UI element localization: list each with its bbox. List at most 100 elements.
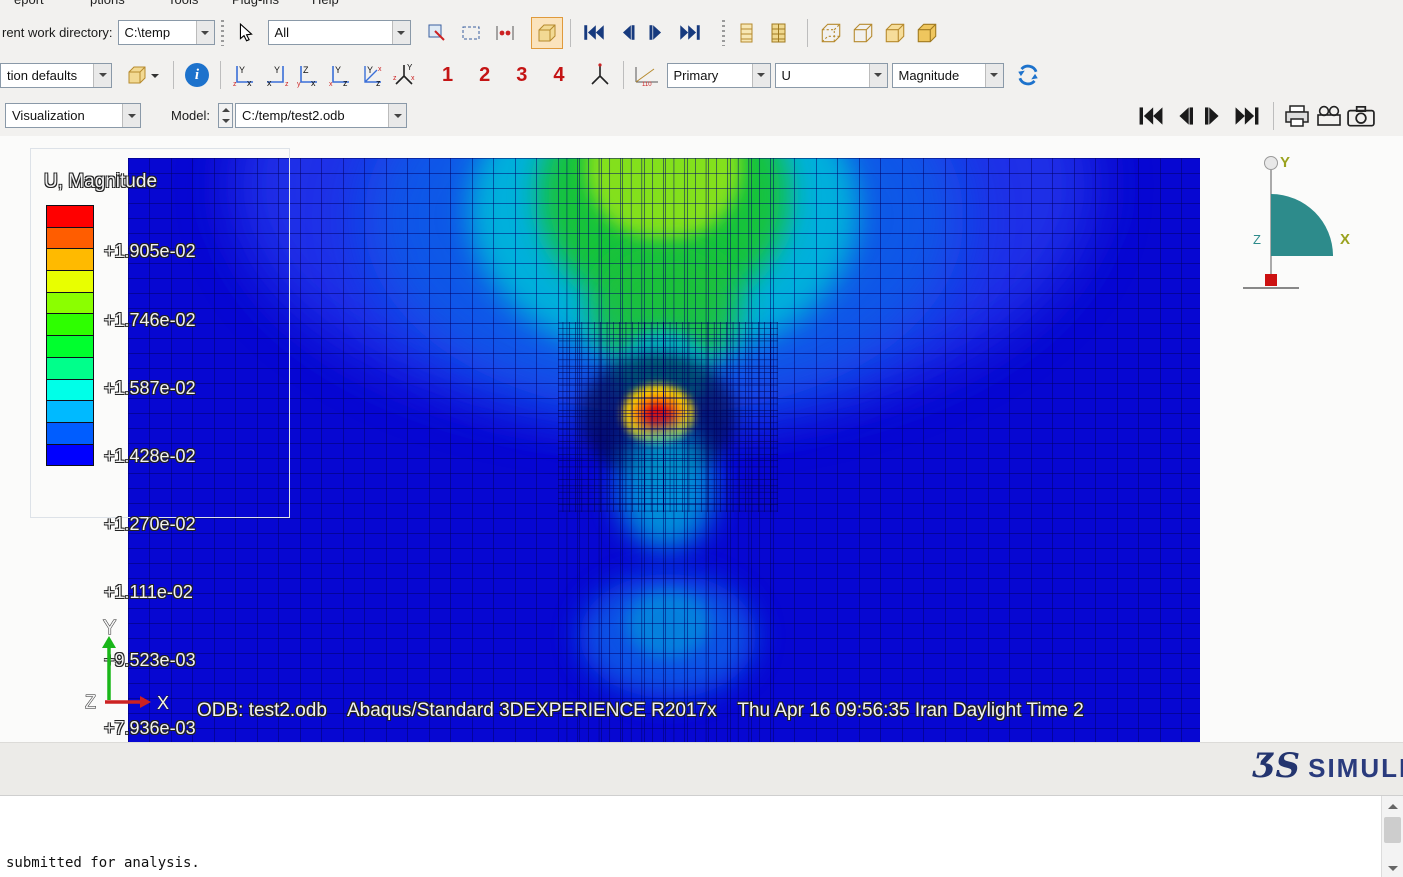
- last-frame-button[interactable]: [674, 17, 706, 49]
- view-back-icon: Yx z: [267, 65, 289, 88]
- protractor-icon: 110: [635, 67, 658, 87]
- nodes-icon: [496, 25, 514, 40]
- work-directory-combo[interactable]: C:\temp: [117, 20, 215, 45]
- triad-y-label: Y: [103, 617, 116, 639]
- last-frame-icon: [1235, 106, 1259, 125]
- footer-strip: ƷS SIMULIA: [0, 742, 1403, 796]
- odb-combo[interactable]: C:/temp/test2.odb: [235, 103, 408, 128]
- edit-field-output-button[interactable]: [763, 17, 795, 49]
- chevron-down-icon[interactable]: [195, 21, 214, 44]
- field-position-value: Primary: [673, 67, 719, 83]
- chevron-down-icon[interactable]: [122, 104, 140, 127]
- anim-last-button[interactable]: [1231, 100, 1263, 132]
- view-preset-3-button[interactable]: 3: [516, 64, 527, 87]
- module-combo[interactable]: Visualization: [5, 103, 141, 128]
- odb-annotation: ODB: test2.odb Abaqus/Standard 3DEXPERIE…: [197, 700, 1084, 721]
- chevron-down-icon[interactable]: [391, 21, 410, 44]
- record-animation-button[interactable]: [1313, 100, 1345, 132]
- toolbar-top: rent work directory: C:\temp All: [0, 10, 1403, 55]
- wireframe-render-button[interactable]: [815, 17, 847, 49]
- view-preset-4-button[interactable]: 4: [553, 64, 564, 87]
- next-frame-button[interactable]: [642, 17, 674, 49]
- select-cursor-button[interactable]: [230, 17, 262, 49]
- chevron-down-icon[interactable]: [93, 63, 111, 87]
- probe-button[interactable]: [421, 17, 453, 49]
- scroll-down-button[interactable]: [1382, 859, 1403, 877]
- print-button[interactable]: [1281, 100, 1313, 132]
- shaded-render-button[interactable]: [530, 16, 563, 49]
- view-cut-button[interactable]: [118, 59, 166, 91]
- field-position-combo[interactable]: Primary: [666, 62, 771, 88]
- compass-origin[interactable]: [1265, 274, 1277, 286]
- odb-refresh-spinner[interactable]: [218, 103, 234, 128]
- view-iso-icon: Yz x: [393, 63, 415, 85]
- svg-text:y: y: [297, 81, 301, 88]
- defaults-combo[interactable]: tion defaults: [0, 62, 112, 88]
- chevron-down-icon[interactable]: [751, 63, 770, 87]
- view-bottom-button[interactable]: Yz x: [324, 59, 356, 91]
- toolbar-grip[interactable]: [220, 19, 224, 46]
- first-frame-button[interactable]: [578, 17, 610, 49]
- hiddenline-render-button[interactable]: [847, 17, 879, 49]
- selection-scope-combo[interactable]: All: [267, 20, 411, 45]
- scrollbar-thumb[interactable]: [1384, 817, 1401, 843]
- chevron-down-icon[interactable]: [388, 104, 407, 127]
- refresh-plot-button[interactable]: [1012, 59, 1044, 91]
- svg-text:Y: Y: [407, 63, 413, 72]
- svg-text:Y: Y: [274, 65, 280, 75]
- node-markers-button[interactable]: [489, 17, 521, 49]
- separator: [569, 18, 571, 47]
- menu-plugins[interactable]: Plug-ins: [232, 0, 279, 7]
- separator: [220, 61, 221, 89]
- message-scrollbar[interactable]: [1381, 796, 1403, 877]
- menu-help[interactable]: Help: [312, 0, 339, 7]
- view-left-button[interactable]: Yzx: [356, 59, 388, 91]
- custom-view-button[interactable]: [584, 59, 616, 91]
- field-variable-combo[interactable]: U: [774, 62, 888, 88]
- legend-swatch: [46, 335, 94, 358]
- view-top-button[interactable]: Zx y: [292, 59, 324, 91]
- arrow-up-icon: [1387, 799, 1398, 809]
- anim-previous-button[interactable]: [1167, 100, 1199, 132]
- printer-icon: [1285, 104, 1309, 127]
- cube-icon: [128, 66, 145, 84]
- view-iso-button[interactable]: Yz x: [388, 59, 420, 91]
- chevron-down-icon[interactable]: [984, 63, 1003, 87]
- scroll-up-button[interactable]: [1382, 796, 1403, 815]
- toolbar-grip[interactable]: [721, 19, 725, 46]
- view-preset-1-button[interactable]: 1: [442, 64, 453, 87]
- menu-options[interactable]: ptions: [90, 0, 125, 7]
- svg-text:z: z: [343, 78, 348, 88]
- menu-tools[interactable]: Tools: [168, 0, 198, 7]
- legend-title: U, Magnitude: [44, 171, 158, 192]
- shaded2-render-button[interactable]: [879, 17, 911, 49]
- chevron-down-icon[interactable]: [868, 63, 887, 87]
- menu-report[interactable]: eport: [14, 0, 44, 7]
- ladder-icon: [740, 23, 753, 42]
- view-front-button[interactable]: Yx z: [228, 59, 260, 91]
- compass-fan[interactable]: [1271, 194, 1333, 256]
- info-button[interactable]: [181, 59, 213, 91]
- separator: [622, 61, 624, 89]
- view-compass[interactable]: Y X Z: [1243, 148, 1358, 313]
- compass-pole[interactable]: [1264, 156, 1278, 170]
- svg-text:Y: Y: [335, 65, 341, 75]
- invariant-combo[interactable]: Magnitude: [891, 62, 1004, 88]
- chevron-down-icon[interactable]: [150, 74, 159, 82]
- next-frame-icon: [649, 25, 661, 40]
- rubberband-select-button[interactable]: [455, 17, 487, 49]
- create-field-output-button[interactable]: [731, 17, 763, 49]
- anim-first-button[interactable]: [1135, 100, 1167, 132]
- contour-legend: U, Magnitude +1.905e-02 +1.746e-02 +1.58…: [30, 148, 290, 874]
- filled-render-button[interactable]: [911, 17, 943, 49]
- angle-measure-button[interactable]: 110: [631, 59, 663, 91]
- view-preset-2-button[interactable]: 2: [479, 64, 490, 87]
- legend-value: +1.905e-02: [104, 241, 196, 262]
- anim-next-button[interactable]: [1199, 100, 1231, 132]
- snapshot-button[interactable]: [1345, 100, 1377, 132]
- first-frame-icon: [583, 25, 604, 40]
- previous-frame-button[interactable]: [610, 17, 642, 49]
- view-back-button[interactable]: Yx z: [260, 59, 292, 91]
- view-left-icon: Yzx: [364, 65, 382, 88]
- svg-text:x: x: [378, 66, 382, 73]
